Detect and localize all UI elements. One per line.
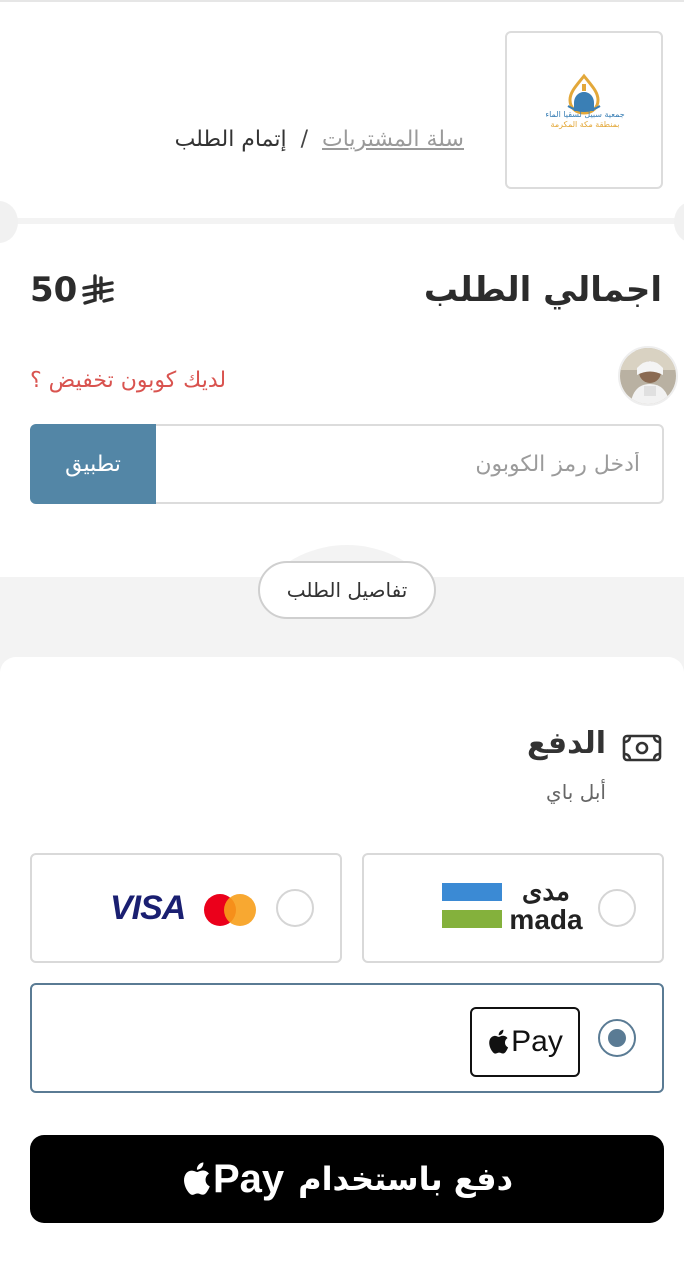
mada-logo-text: مدى mada (506, 877, 586, 935)
mastercard-icon (204, 894, 256, 926)
payment-method-card[interactable]: VISA (30, 853, 342, 963)
visa-logo: VISA (110, 889, 186, 927)
mada-latin: mada (509, 904, 583, 935)
applepay-radio[interactable] (598, 1019, 636, 1057)
header-divider (0, 218, 684, 224)
mada-arabic: مدى (522, 876, 570, 906)
apple-icon (489, 1029, 509, 1054)
ticket-notch-right (674, 201, 684, 243)
apply-coupon-button[interactable]: تطبيق (30, 424, 156, 504)
cash-icon (622, 734, 662, 762)
breadcrumb-separator: / (300, 126, 309, 152)
pay-button-brand: Pay (181, 1157, 284, 1202)
order-total-amount: 50 (30, 270, 115, 310)
logo-line-1: جمعية سبيل لسقيا الماء (545, 110, 625, 119)
breadcrumb: سلة المشتريات / إتمام الطلب (175, 122, 464, 156)
logo-caption: جمعية سبيل لسقيا الماء بمنطقة مكة المكرم… (540, 110, 630, 130)
order-total-label: اجمالي الطلب (423, 270, 662, 310)
apple-icon (183, 1162, 210, 1195)
payment-method-mada[interactable]: مدى mada (362, 853, 664, 963)
order-details-button[interactable]: تفاصيل الطلب (258, 561, 436, 619)
total-value: 50 (30, 270, 78, 310)
saudi-riyal-icon (82, 274, 115, 305)
top-border (0, 0, 684, 2)
coupon-question-link[interactable]: لديك كوبون تخفيض ؟ (30, 368, 226, 393)
pay-button-brand-text: Pay (212, 1156, 285, 1201)
coupon-input[interactable] (155, 424, 664, 504)
payment-title: الدفع (526, 726, 606, 761)
applepay-badge: Pay (470, 1007, 580, 1077)
avatar-image (620, 348, 676, 404)
applepay-badge-text: Pay (511, 1025, 563, 1058)
pay-button-label: دفع باستخدام (298, 1160, 514, 1198)
payment-method-applepay[interactable]: Pay (30, 983, 664, 1093)
mada-blue-stripe (442, 883, 502, 901)
breadcrumb-cart-link[interactable]: سلة المشتريات (322, 127, 464, 152)
card-radio[interactable] (276, 889, 314, 927)
breadcrumb-current: إتمام الطلب (174, 126, 287, 152)
mada-stripes (442, 883, 502, 933)
pay-with-applepay-button[interactable]: Pay دفع باستخدام (30, 1135, 664, 1223)
mada-radio[interactable] (598, 889, 636, 927)
ticket-notch-left (0, 201, 18, 243)
payment-subtitle: أبل باي (546, 780, 606, 804)
logo-line-2: بمنطقة مكة المكرمة (550, 120, 620, 129)
avatar[interactable] (618, 346, 678, 406)
mada-green-stripe (442, 910, 502, 928)
